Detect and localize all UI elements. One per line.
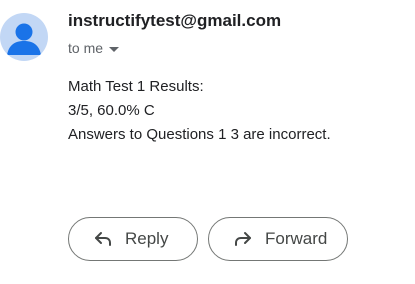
body-line-incorrect-questions: Answers to Questions 1 3 are incorrect.	[68, 126, 331, 143]
sender-email: instructifytest@gmail.com	[68, 11, 282, 30]
reply-icon	[93, 229, 113, 249]
message-body: Math Test 1 Results: 3/5, 60.0% C Answer…	[68, 75, 331, 147]
sender-avatar[interactable]	[0, 13, 48, 61]
body-line-score: 3/5, 60.0% C	[68, 102, 155, 119]
recipient-label: to me	[68, 40, 104, 56]
forward-icon	[233, 229, 253, 249]
forward-label: Forward	[265, 229, 328, 248]
recipient-details-toggle[interactable]: to me	[68, 40, 120, 56]
reply-label: Reply	[125, 229, 169, 248]
chevron-down-icon[interactable]	[109, 46, 120, 52]
person-icon	[7, 23, 41, 55]
forward-button[interactable]: Forward	[208, 217, 348, 261]
reply-button[interactable]: Reply	[68, 217, 198, 261]
body-line-results-heading: Math Test 1 Results:	[68, 78, 204, 95]
